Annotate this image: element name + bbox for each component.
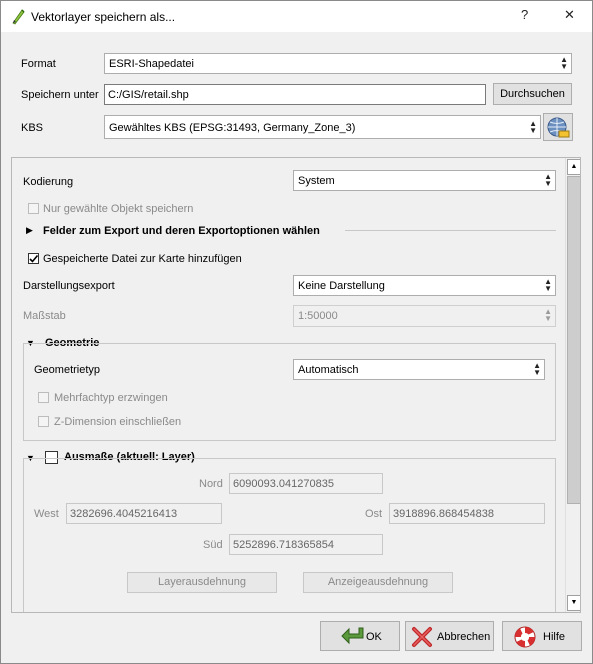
crs-combo[interactable]: Gewähltes KBS (EPSG:31493, Germany_Zone_… bbox=[104, 115, 541, 139]
scale-label: Maßstab bbox=[23, 310, 66, 322]
options-scroll-panel: Kodierung System ▲ ▼ Nur gewählte Objekt … bbox=[11, 157, 581, 613]
geometry-type-combo[interactable]: Automatisch ▲ ▼ bbox=[293, 359, 545, 380]
encoding-label: Kodierung bbox=[23, 176, 74, 188]
combo-arrows-icon: ▲ ▼ bbox=[544, 172, 552, 188]
cancel-label: Abbrechen bbox=[437, 631, 491, 643]
encoding-combo[interactable]: System ▲ ▼ bbox=[293, 170, 556, 191]
cancel-x-icon bbox=[412, 627, 432, 647]
format-combo[interactable]: ESRI-Shapedatei ▲ ▼ bbox=[104, 53, 572, 74]
force-multi-checkbox[interactable] bbox=[38, 392, 49, 403]
add-to-map-checkbox[interactable] bbox=[28, 253, 39, 264]
ok-label: OK bbox=[366, 631, 382, 643]
symbology-value: Keine Darstellung bbox=[298, 280, 385, 292]
format-label: Format bbox=[21, 58, 56, 70]
dialog-window: Vektorlayer speichern als... ? ✕ Format … bbox=[0, 0, 593, 664]
selected-only-label: Nur gewählte Objekt speichern bbox=[43, 203, 194, 215]
crs-value: Gewähltes KBS (EPSG:31493, Germany_Zone_… bbox=[109, 122, 356, 134]
symbology-combo[interactable]: Keine Darstellung ▲ ▼ bbox=[293, 275, 556, 296]
combo-arrows-icon: ▲ ▼ bbox=[529, 119, 537, 135]
north-value: 6090093.041270835 bbox=[233, 478, 334, 490]
force-multi-label: Mehrfachtyp erzwingen bbox=[54, 392, 168, 404]
encoding-value: System bbox=[298, 175, 335, 187]
ok-arrow-icon bbox=[341, 627, 364, 645]
close-window-button[interactable]: ✕ bbox=[564, 7, 575, 23]
help-button[interactable]: Hilfe bbox=[502, 621, 582, 651]
help-label: Hilfe bbox=[543, 631, 566, 643]
file-path-value: C:/GIS/retail.shp bbox=[108, 89, 189, 101]
crs-label: KBS bbox=[21, 122, 44, 134]
scale-value: 1:50000 bbox=[298, 310, 338, 322]
combo-arrows-icon: ▲ ▼ bbox=[544, 277, 552, 293]
symbology-label: Darstellungsexport bbox=[23, 280, 115, 292]
include-z-checkbox[interactable] bbox=[38, 416, 49, 427]
geometry-type-label: Geometrietyp bbox=[34, 364, 101, 376]
east-label: Ost bbox=[365, 508, 383, 520]
window-title: Vektorlayer speichern als... bbox=[31, 10, 176, 24]
ok-button[interactable]: OK bbox=[320, 621, 400, 651]
north-label: Nord bbox=[199, 478, 223, 490]
south-label: Süd bbox=[203, 539, 223, 551]
south-input: 5252896.718365854 bbox=[229, 534, 383, 555]
globe-icon bbox=[547, 117, 570, 138]
lifebuoy-icon bbox=[514, 626, 536, 648]
canvas-extent-button[interactable]: Anzeigeausdehnung bbox=[303, 572, 453, 593]
add-to-map-label: Gespeicherte Datei zur Karte hinzufügen bbox=[43, 253, 242, 265]
browse-button[interactable]: Durchsuchen bbox=[493, 83, 572, 105]
south-value: 5252896.718365854 bbox=[233, 539, 334, 551]
combo-arrows-icon: ▲ ▼ bbox=[533, 361, 541, 377]
qgis-pen-icon bbox=[12, 9, 25, 25]
format-value: ESRI-Shapedatei bbox=[109, 58, 194, 70]
cancel-button[interactable]: Abbrechen bbox=[405, 621, 494, 651]
expand-arrow-icon[interactable]: ▶ bbox=[26, 225, 33, 236]
save-as-label: Speichern unter bbox=[21, 89, 99, 101]
help-titlebar-button[interactable]: ? bbox=[521, 7, 528, 22]
vertical-scrollbar[interactable]: ▲ ▼ bbox=[565, 158, 580, 612]
scrollbar-thumb[interactable] bbox=[567, 176, 580, 504]
north-input: 6090093.041270835 bbox=[229, 473, 383, 494]
layer-extent-button[interactable]: Layerausdehnung bbox=[127, 572, 277, 593]
scroll-up-icon[interactable]: ▲ bbox=[567, 159, 580, 175]
checkmark-icon bbox=[29, 254, 39, 263]
combo-arrows-icon: ▲ ▼ bbox=[560, 55, 568, 71]
section-divider bbox=[345, 230, 556, 231]
spin-arrows-icon: ▲ ▼ bbox=[544, 307, 552, 323]
scroll-down-icon[interactable]: ▼ bbox=[567, 595, 580, 611]
scale-spinbox: 1:50000 ▲ ▼ bbox=[293, 305, 556, 327]
east-input: 3918896.868454838 bbox=[389, 503, 545, 524]
crs-select-button[interactable] bbox=[543, 113, 573, 141]
west-input: 3282696.4045216413 bbox=[66, 503, 222, 524]
title-bar: Vektorlayer speichern als... ? ✕ bbox=[1, 1, 592, 32]
fields-section-label[interactable]: Felder zum Export und deren Exportoption… bbox=[43, 225, 320, 237]
file-path-input[interactable]: C:/GIS/retail.shp bbox=[104, 84, 486, 105]
geometry-type-value: Automatisch bbox=[298, 364, 359, 376]
selected-only-checkbox[interactable] bbox=[28, 203, 39, 214]
west-label: West bbox=[34, 508, 59, 520]
include-z-label: Z-Dimension einschließen bbox=[54, 416, 182, 428]
east-value: 3918896.868454838 bbox=[393, 508, 494, 520]
west-value: 3282696.4045216413 bbox=[70, 508, 178, 520]
